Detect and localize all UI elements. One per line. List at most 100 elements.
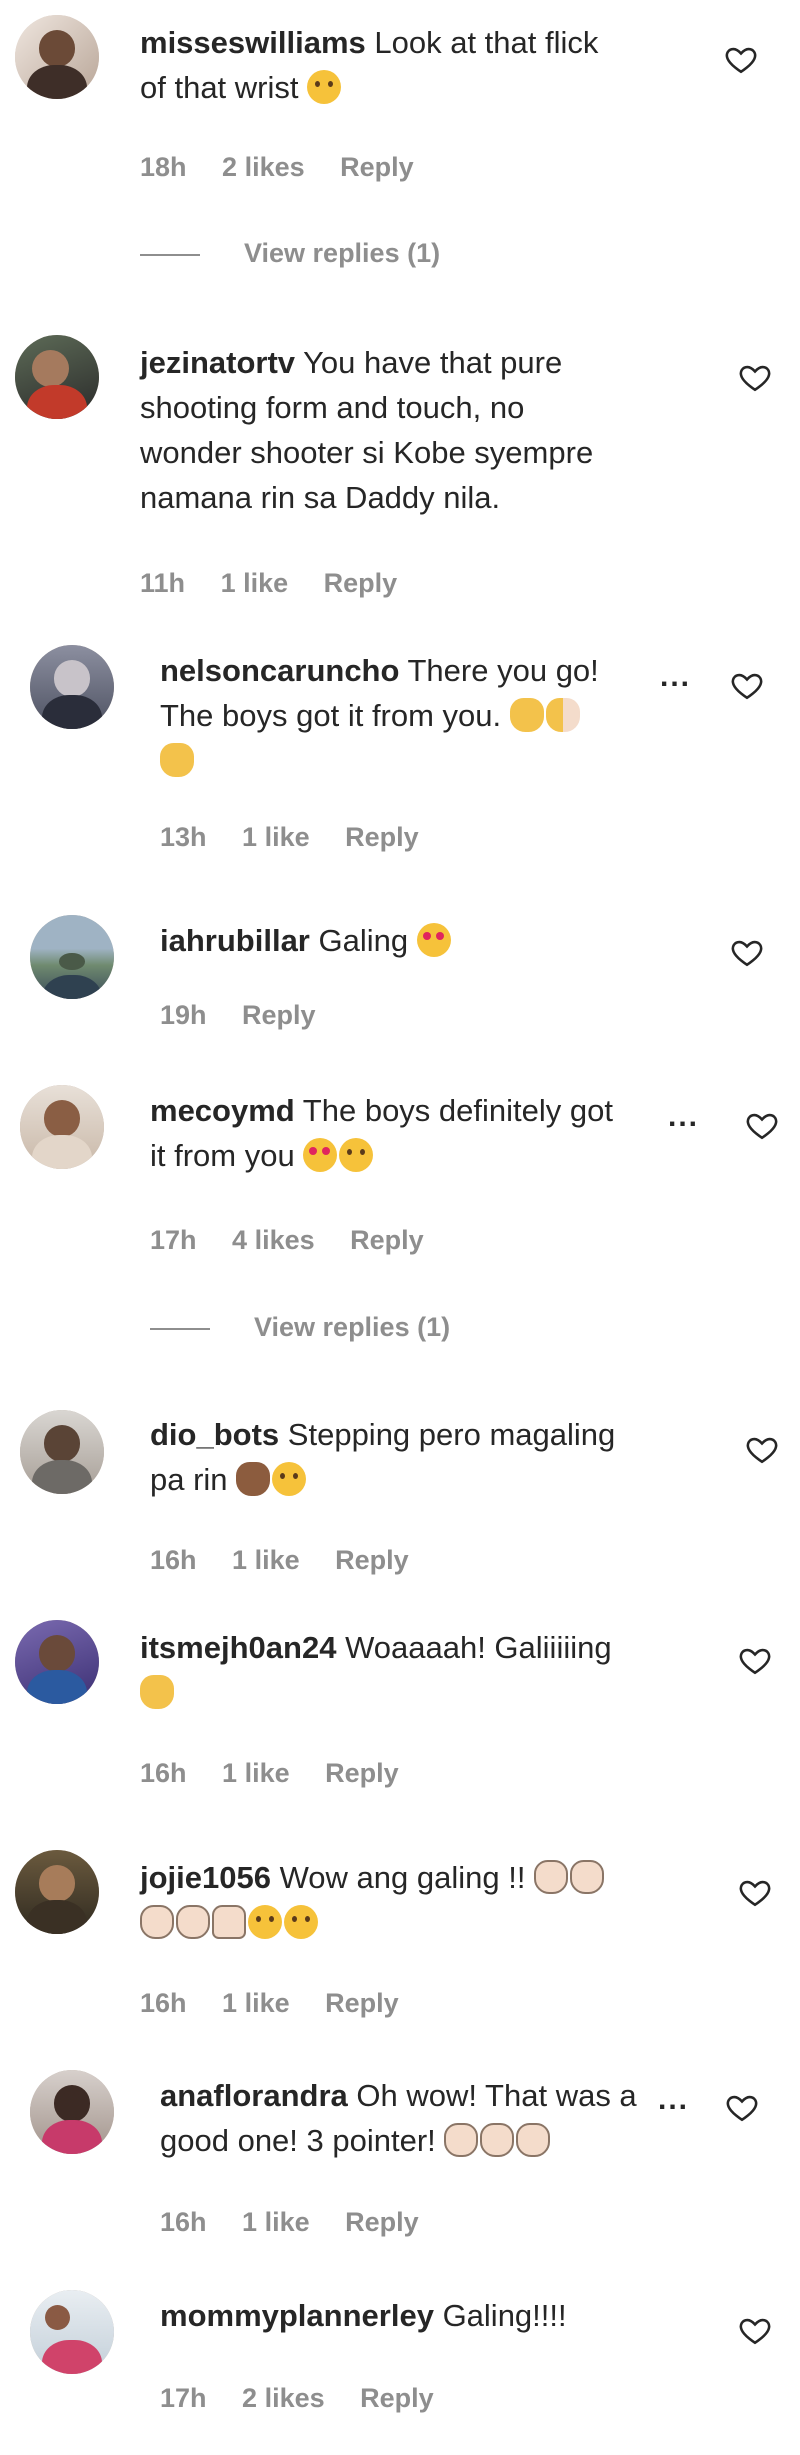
comment-likes[interactable]: 2 likes (242, 2383, 325, 2413)
reply-button[interactable]: Reply (325, 1758, 399, 1788)
comment-meta: 19h Reply (160, 1000, 344, 1031)
comment-time: 16h (140, 1988, 187, 2018)
comment-likes[interactable]: 1 like (222, 1758, 290, 1788)
comment-text: iahrubillar Galing (160, 918, 720, 963)
avatar[interactable] (30, 645, 114, 729)
clap-light-emoji-icon (480, 2123, 514, 2157)
comment-time: 16h (140, 1758, 187, 1788)
reply-button[interactable]: Reply (345, 822, 419, 852)
clap-dark-emoji-icon (236, 1462, 270, 1496)
comment-meta: 16h 1 like Reply (150, 1545, 437, 1576)
comment-username[interactable]: dio_bots (150, 1417, 279, 1452)
comment-meta: 11h 1 like Reply (140, 568, 425, 599)
heart-eyes-emoji-icon (417, 923, 451, 957)
avatar[interactable] (30, 2290, 114, 2374)
raised-hands-emoji-icon (212, 1905, 246, 1939)
comment-text: jezinatortv You have that pure shooting … (140, 340, 700, 520)
heart-outline-icon[interactable] (745, 1432, 779, 1466)
comment-time: 17h (150, 1225, 197, 1255)
comment-username[interactable]: mommyplannerley (160, 2298, 434, 2333)
comment-username[interactable]: iahrubillar (160, 923, 310, 958)
comment-likes[interactable]: 1 like (232, 1545, 300, 1575)
comment-time: 16h (150, 1545, 197, 1575)
comment-time: 13h (160, 822, 207, 852)
clap-light-emoji-icon (444, 2123, 478, 2157)
clap-emoji-icon (160, 743, 194, 777)
comment-username[interactable]: misseswilliams (140, 25, 366, 60)
comment-time: 16h (160, 2207, 207, 2237)
reply-button[interactable]: Reply (242, 1000, 316, 1030)
comment-meta: 13h 1 like Reply (160, 822, 447, 853)
comment-username[interactable]: anaflorandra (160, 2078, 348, 2113)
comment-text: nelsoncaruncho There you go! The boys go… (160, 648, 640, 783)
heart-eyes-emoji-icon (303, 1138, 337, 1172)
clap-emoji-icon (510, 698, 544, 732)
comment-likes[interactable]: 4 likes (232, 1225, 315, 1255)
comment-meta: 18h 2 likes Reply (140, 152, 442, 183)
heart-outline-icon[interactable] (725, 2090, 759, 2124)
hug-emoji-icon (248, 1905, 282, 1939)
comment-likes[interactable]: 1 like (221, 568, 289, 598)
clap-light-emoji-icon (534, 1860, 568, 1894)
tongue-wink-emoji-icon (307, 70, 341, 104)
reply-button[interactable]: Reply (345, 2207, 419, 2237)
comment-likes[interactable]: 1 like (242, 2207, 310, 2237)
comment-time: 18h (140, 152, 187, 182)
heart-outline-icon[interactable] (745, 1108, 779, 1142)
comment-meta: 16h 1 like Reply (160, 2207, 447, 2238)
avatar[interactable] (30, 915, 114, 999)
comment-meta: 16h 1 like Reply (140, 1988, 427, 2019)
comment-text: misseswilliams Look at that flick of tha… (140, 20, 700, 110)
heart-outline-icon[interactable] (730, 668, 764, 702)
avatar[interactable] (15, 1620, 99, 1704)
comment-text: mecoymd The boys definitely got it from … (150, 1088, 660, 1178)
heart-outline-icon[interactable] (738, 360, 772, 394)
comment-username[interactable]: jezinatortv (140, 345, 295, 380)
more-options-icon[interactable]: ... (660, 660, 691, 694)
comment-username[interactable]: mecoymd (150, 1093, 295, 1128)
clap-light-emoji-icon (516, 2123, 550, 2157)
divider-line (150, 1328, 210, 1330)
heart-outline-icon[interactable] (724, 42, 758, 76)
clap-light-emoji-icon (140, 1905, 174, 1939)
clap-light-emoji-icon (176, 1905, 210, 1939)
more-options-icon[interactable]: ... (668, 1100, 699, 1134)
reply-button[interactable]: Reply (325, 1988, 399, 2018)
avatar[interactable] (15, 15, 99, 99)
comment-meta: 16h 1 like Reply (140, 1758, 427, 1789)
comment-likes[interactable]: 1 like (242, 822, 310, 852)
comment-username[interactable]: itsmejh0an24 (140, 1630, 336, 1665)
grin-emoji-icon (272, 1462, 306, 1496)
reply-button[interactable]: Reply (340, 152, 414, 182)
heart-outline-icon[interactable] (738, 2313, 772, 2347)
comment-text: jojie1056 Wow ang galing !! (140, 1855, 700, 1945)
heart-outline-icon[interactable] (738, 1643, 772, 1677)
comment-text: anaflorandra Oh wow! That was a good one… (160, 2073, 650, 2163)
reply-button[interactable]: Reply (324, 568, 398, 598)
comment-username[interactable]: jojie1056 (140, 1860, 271, 1895)
view-replies-button[interactable]: View replies (1) (140, 238, 440, 269)
comment-username[interactable]: nelsoncaruncho (160, 653, 399, 688)
comment-time: 19h (160, 1000, 207, 1030)
reply-button[interactable]: Reply (335, 1545, 409, 1575)
comment-text: itsmejh0an24 Woaaaah! Galiiiiing (140, 1625, 700, 1715)
heart-outline-icon[interactable] (730, 935, 764, 969)
reply-button[interactable]: Reply (360, 2383, 434, 2413)
comment-time: 17h (160, 2383, 207, 2413)
avatar[interactable] (15, 1850, 99, 1934)
avatar[interactable] (20, 1410, 104, 1494)
heart-outline-icon[interactable] (738, 1875, 772, 1909)
more-options-icon[interactable]: ... (658, 2083, 689, 2117)
comment-meta: 17h 4 likes Reply (150, 1225, 452, 1256)
avatar[interactable] (20, 1085, 104, 1169)
hug-emoji-icon (284, 1905, 318, 1939)
comment-time: 11h (140, 568, 185, 598)
view-replies-button[interactable]: View replies (1) (150, 1312, 450, 1343)
reply-button[interactable]: Reply (350, 1225, 424, 1255)
divider-line (140, 254, 200, 256)
laughing-emoji-icon (339, 1138, 373, 1172)
avatar[interactable] (30, 2070, 114, 2154)
avatar[interactable] (15, 335, 99, 419)
comment-likes[interactable]: 2 likes (222, 152, 305, 182)
comment-likes[interactable]: 1 like (222, 1988, 290, 2018)
